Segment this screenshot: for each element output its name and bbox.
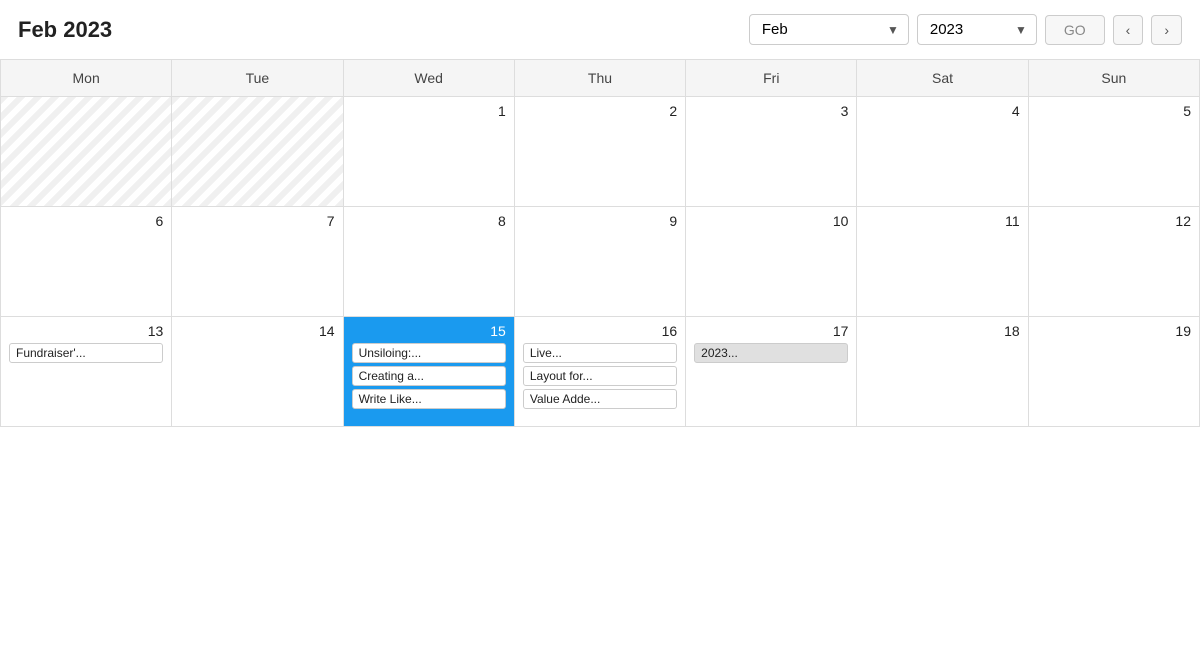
event-chip[interactable]: Unsiloing:... [352,343,506,363]
calendar-day-16[interactable]: 16 Live... Layout for... Value Adde... [515,317,686,427]
header-controls: JanFebMarAprMayJunJulAugSepOctNovDec ▼ 2… [749,14,1182,45]
month-dropdown-wrapper: JanFebMarAprMayJunJulAugSepOctNovDec ▼ [749,14,909,45]
day-number: 19 [1037,323,1191,339]
prev-button[interactable]: ‹ [1113,15,1144,45]
day-number: 9 [523,213,677,229]
event-chip[interactable]: Creating a... [352,366,506,386]
year-dropdown-wrapper: 20212022202320242025 ▼ [917,14,1037,45]
day-number: 7 [180,213,334,229]
calendar-day-6[interactable]: 6 [1,207,172,317]
day-number: 2 [523,103,677,119]
day-number: 18 [865,323,1019,339]
calendar-grid: 12345678910111213Fundraiser'...1415Unsil… [1,97,1200,427]
calendar-day-3[interactable]: 3 [686,97,857,207]
day-number: 4 [865,103,1019,119]
empty-cell [172,97,343,207]
day-number: 10 [694,213,848,229]
event-chip[interactable]: 2023... [694,343,848,363]
next-button[interactable]: › [1151,15,1182,45]
empty-cell [1,97,172,207]
calendar: MonTueWedThuFriSatSun 12345678910111213F… [0,59,1200,427]
day-header-tue: Tue [172,60,343,97]
event-chip[interactable]: Fundraiser'... [9,343,163,363]
calendar-day-10[interactable]: 10 [686,207,857,317]
event-chip[interactable]: Write Like... [352,389,506,409]
calendar-day-7[interactable]: 7 [172,207,343,317]
calendar-day-4[interactable]: 4 [857,97,1028,207]
calendar-title: Feb 2023 [18,17,739,43]
day-header-sun: Sun [1029,60,1200,97]
calendar-day-8[interactable]: 8 [344,207,515,317]
calendar-day-15[interactable]: 15 Unsiloing:... Creating a... Write Like..… [344,317,515,427]
calendar-day-12[interactable]: 12 [1029,207,1200,317]
day-header-fri: Fri [686,60,857,97]
event-chip[interactable]: Layout for... [523,366,677,386]
event-chip[interactable]: Value Adde... [523,389,677,409]
calendar-days-header: MonTueWedThuFriSatSun [1,60,1200,97]
calendar-day-13[interactable]: 13 Fundraiser'... [1,317,172,427]
day-header-sat: Sat [857,60,1028,97]
calendar-day-1[interactable]: 1 [344,97,515,207]
event-chip[interactable]: Live... [523,343,677,363]
calendar-header: Feb 2023 JanFebMarAprMayJunJulAugSepOctN… [0,0,1200,59]
day-number: 16 [523,323,677,339]
calendar-day-11[interactable]: 11 [857,207,1028,317]
day-number: 6 [9,213,163,229]
calendar-day-14[interactable]: 14 [172,317,343,427]
day-number: 15 [352,323,506,339]
day-number: 12 [1037,213,1191,229]
calendar-day-17[interactable]: 17 2023... [686,317,857,427]
day-number: 5 [1037,103,1191,119]
day-header-wed: Wed [344,60,515,97]
calendar-day-19[interactable]: 19 [1029,317,1200,427]
calendar-day-2[interactable]: 2 [515,97,686,207]
calendar-day-5[interactable]: 5 [1029,97,1200,207]
day-number: 8 [352,213,506,229]
calendar-day-18[interactable]: 18 [857,317,1028,427]
calendar-day-9[interactable]: 9 [515,207,686,317]
day-header-mon: Mon [1,60,172,97]
day-header-thu: Thu [515,60,686,97]
day-number: 13 [9,323,163,339]
go-button[interactable]: GO [1045,15,1105,45]
year-select[interactable]: 20212022202320242025 [917,14,1037,45]
day-number: 3 [694,103,848,119]
month-select[interactable]: JanFebMarAprMayJunJulAugSepOctNovDec [749,14,909,45]
day-number: 1 [352,103,506,119]
day-number: 17 [694,323,848,339]
day-number: 14 [180,323,334,339]
day-number: 11 [865,213,1019,229]
